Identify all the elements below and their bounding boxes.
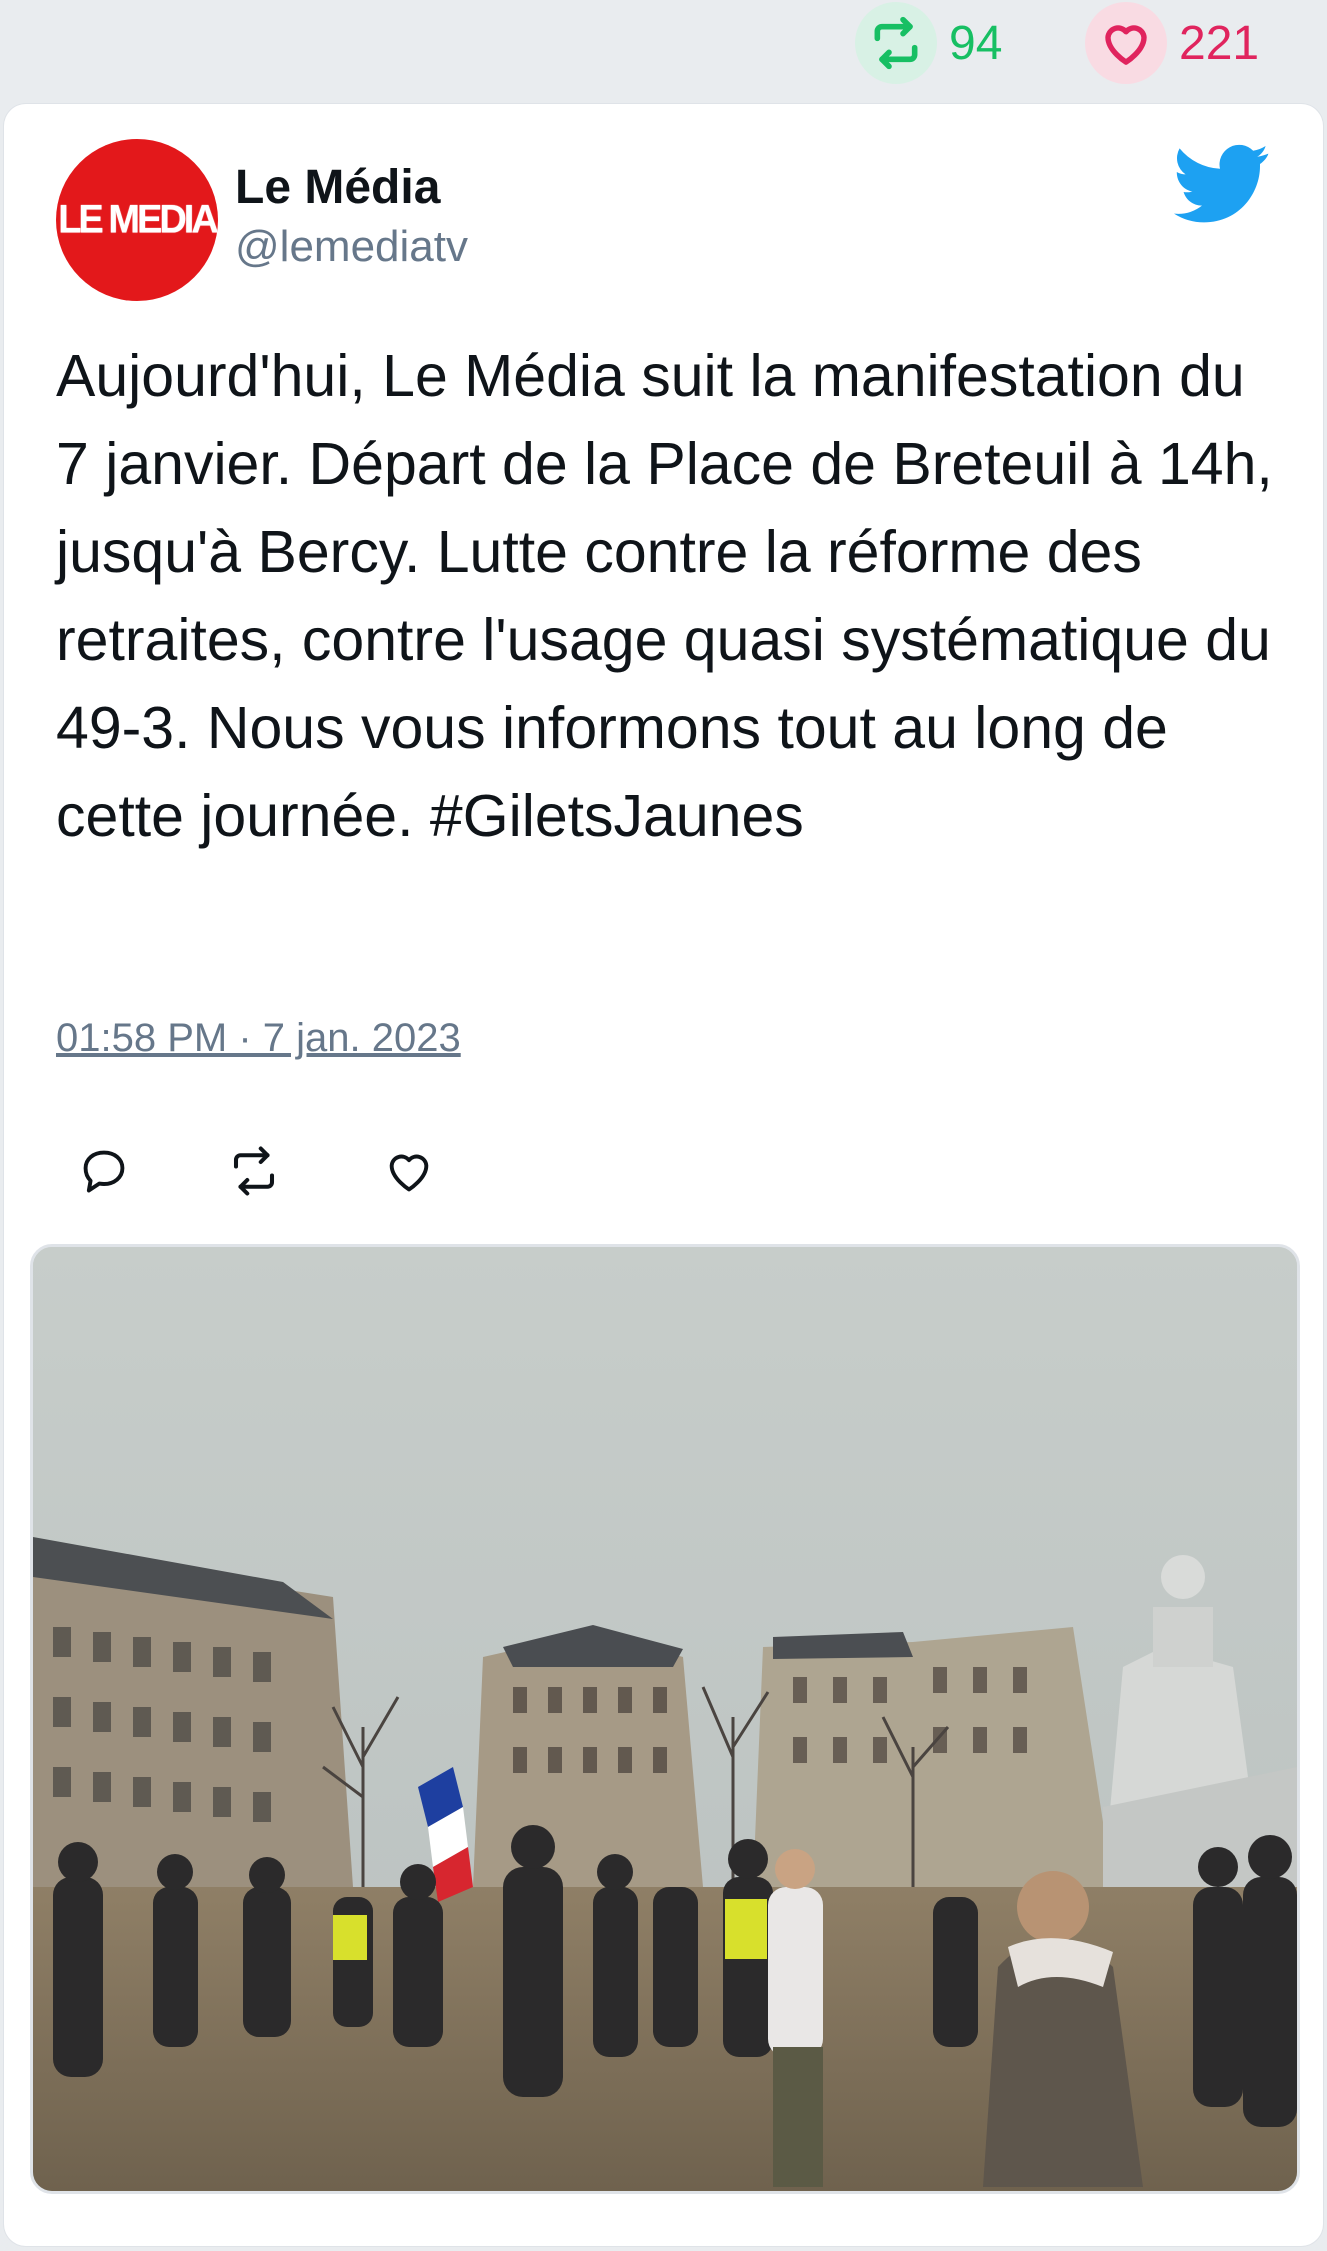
tweet-photo[interactable] <box>30 1244 1300 2194</box>
twitter-bird-icon[interactable] <box>1174 144 1270 224</box>
heart-icon <box>1085 2 1167 84</box>
tweet-text: Aujourd'hui, Le Média suit la manifestat… <box>56 343 1273 849</box>
retweet-button[interactable] <box>224 1141 284 1201</box>
like-stat[interactable]: 221 <box>1085 2 1259 84</box>
author-handle[interactable]: @lemediatv <box>235 222 468 272</box>
tweet-stats-bar: 94 221 <box>0 0 1327 100</box>
retweet-icon <box>233 1146 275 1196</box>
author-name[interactable]: Le Média <box>235 160 440 215</box>
reply-icon <box>83 1150 125 1193</box>
heart-icon <box>389 1154 429 1192</box>
avatar[interactable]: LE MEDIA <box>56 139 218 301</box>
retweet-count: 94 <box>949 16 1003 70</box>
reply-button[interactable] <box>74 1141 134 1201</box>
tweet-timestamp[interactable]: 01:58 PM · 7 jan. 2023 <box>56 1016 461 1061</box>
retweet-stat[interactable]: 94 <box>855 2 1002 84</box>
like-button[interactable] <box>379 1141 439 1201</box>
tweet-card: LE MEDIA Le Média @lemediatv Aujourd'hui… <box>4 104 1323 2246</box>
avatar-logo: LE MEDIA <box>58 197 218 242</box>
protest-photo <box>33 1247 1297 2191</box>
retweet-icon <box>855 2 937 84</box>
like-count: 221 <box>1179 16 1260 70</box>
